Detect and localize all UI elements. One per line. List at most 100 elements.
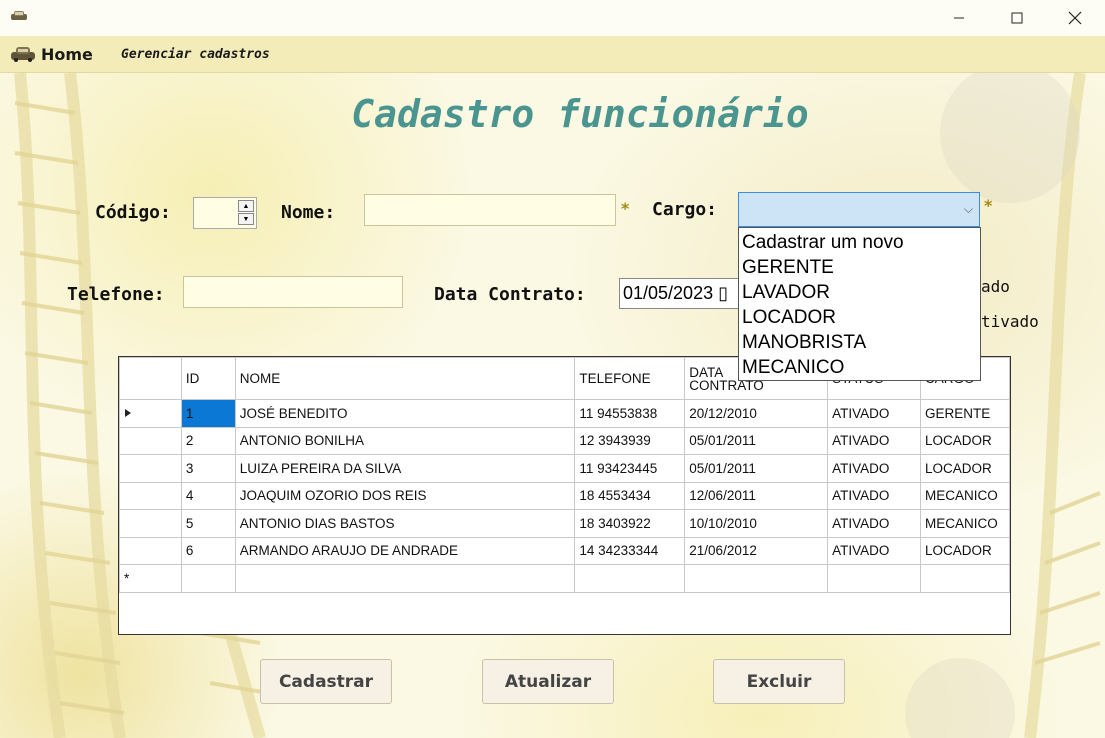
cell-nome[interactable]: ARMANDO ARAUJO DE ANDRADE (234, 536, 576, 565)
cell-id[interactable]: 4 (180, 481, 236, 510)
close-button[interactable] (1046, 0, 1104, 36)
nome-input[interactable] (364, 194, 616, 226)
column-header-telefone[interactable]: TELEFONE (574, 357, 686, 400)
table-row[interactable]: 6 ARMANDO ARAUJO DE ANDRADE 14 34233344 … (119, 536, 1010, 565)
cell-id[interactable]: 1 (180, 399, 236, 428)
row-header[interactable] (119, 509, 182, 538)
table-row[interactable]: 4 JOAQUIM OZORIO DOS REIS 18 4553434 12/… (119, 481, 1010, 510)
cell-status[interactable] (827, 564, 921, 593)
car-icon (11, 11, 27, 20)
funcionarios-table: ID NOME TELEFONE DATACONTRATO STATUS CAR… (119, 357, 1010, 593)
cell-telefone[interactable]: 12 3943939 (574, 426, 686, 455)
row-header[interactable] (119, 426, 182, 455)
stepper-up-icon[interactable]: ▲ (238, 200, 254, 212)
cell-status[interactable]: ATIVADO (827, 454, 921, 483)
cell-nome[interactable]: LUIZA PEREIRA DA SILVA (234, 454, 576, 483)
cargo-option[interactable]: MANOBRISTA (739, 330, 980, 355)
cargo-option[interactable]: Cadastrar um novo (739, 230, 980, 255)
cell-telefone[interactable]: 18 3403922 (574, 509, 686, 538)
title-bar (0, 0, 1105, 36)
column-header-id[interactable]: ID (180, 357, 236, 400)
cell-status[interactable]: ATIVADO (827, 481, 921, 510)
close-icon (1068, 11, 1082, 25)
cell-data[interactable]: 05/01/2011 (684, 454, 829, 483)
cell-id[interactable]: 2 (180, 426, 236, 455)
cell-status[interactable]: ATIVADO (827, 426, 921, 455)
cell-nome[interactable] (234, 564, 576, 593)
cell-nome[interactable]: JOAQUIM OZORIO DOS REIS (234, 481, 576, 510)
maximize-icon (1011, 12, 1023, 24)
cell-cargo[interactable]: MECANICO (919, 481, 1010, 510)
telefone-label: Telefone: (67, 284, 165, 305)
cell-telefone[interactable]: 14 34233344 (574, 536, 686, 565)
cell-telefone[interactable]: 11 93423445 (574, 454, 686, 483)
cell-telefone[interactable]: 11 94553838 (574, 399, 686, 428)
cell-id[interactable]: 6 (180, 536, 236, 565)
maximize-button[interactable] (988, 0, 1046, 36)
cell-nome[interactable]: JOSÉ BENEDITO (234, 399, 576, 428)
menu-bar: Home Gerenciar cadastros (0, 36, 1105, 73)
cell-status[interactable]: ATIVADO (827, 509, 921, 538)
radio-desativado-label[interactable]: tivado (981, 312, 1039, 331)
menu-home[interactable]: Home (10, 36, 93, 72)
table-row[interactable]: 3 LUIZA PEREIRA DA SILVA 11 93423445 05/… (119, 454, 1010, 483)
cell-nome[interactable]: ANTONIO BONILHA (234, 426, 576, 455)
chevron-down-icon[interactable]: ⌵ (964, 202, 973, 217)
cell-status[interactable]: ATIVADO (827, 399, 921, 428)
cargo-option[interactable]: MECANICO (739, 355, 980, 380)
cargo-option[interactable]: LAVADOR (739, 280, 980, 305)
row-header[interactable] (119, 454, 182, 483)
table-row[interactable]: 2 ANTONIO BONILHA 12 3943939 05/01/2011 … (119, 426, 1010, 455)
cell-telefone[interactable] (574, 564, 686, 593)
cell-status[interactable]: ATIVADO (827, 536, 921, 565)
nome-required-marker: * (621, 199, 630, 218)
excluir-button[interactable]: Excluir (713, 659, 845, 704)
minimize-icon (954, 17, 964, 19)
cadastrar-button[interactable]: Cadastrar (260, 659, 392, 704)
funcionarios-grid[interactable]: ID NOME TELEFONE DATACONTRATO STATUS CAR… (118, 356, 1011, 635)
cell-id[interactable]: 3 (180, 454, 236, 483)
stepper-down-icon[interactable]: ▼ (238, 213, 254, 225)
new-row-marker[interactable]: * (119, 564, 182, 593)
cell-nome[interactable]: ANTONIO DIAS BASTOS (234, 509, 576, 538)
cell-id[interactable] (180, 564, 236, 593)
cell-data[interactable]: 12/06/2011 (684, 481, 829, 510)
cell-cargo[interactable]: MECANICO (919, 509, 1010, 538)
cargo-select[interactable]: ⌵ (738, 192, 980, 227)
cargo-option[interactable]: GERENTE (739, 255, 980, 280)
codigo-stepper[interactable]: ▲ ▼ (193, 197, 257, 229)
data-contrato-label: Data Contrato: (434, 284, 586, 305)
data-contrato-value: 01/05/2023 (623, 283, 714, 303)
cell-data[interactable]: 20/12/2010 (684, 399, 829, 428)
cell-data[interactable]: 05/01/2011 (684, 426, 829, 455)
menu-gerenciar-label: Gerenciar cadastros (121, 46, 270, 62)
telefone-input[interactable] (183, 276, 403, 308)
minimize-button[interactable] (930, 0, 988, 36)
cargo-option[interactable]: LOCADOR (739, 305, 980, 330)
cell-telefone[interactable]: 18 4553434 (574, 481, 686, 510)
cell-cargo[interactable] (919, 564, 1010, 593)
codigo-label: Código: (95, 202, 171, 223)
current-row-indicator-icon[interactable] (119, 399, 182, 428)
cell-data[interactable] (684, 564, 829, 593)
data-contrato-picker[interactable]: 01/05/2023 ▯ (619, 278, 743, 309)
column-header-nome[interactable]: NOME (234, 357, 576, 400)
cell-data[interactable]: 10/10/2010 (684, 509, 829, 538)
menu-home-label: Home (41, 44, 93, 64)
row-header[interactable] (119, 481, 182, 510)
row-header[interactable] (119, 536, 182, 565)
page-title: Cadastro funcionário (351, 92, 809, 136)
cell-data[interactable]: 21/06/2012 (684, 536, 829, 565)
atualizar-button[interactable]: Atualizar (482, 659, 614, 704)
table-row[interactable]: 5 ANTONIO DIAS BASTOS 18 3403922 10/10/2… (119, 509, 1010, 538)
table-new-row[interactable]: * (119, 564, 1010, 593)
table-row[interactable]: 1 JOSÉ BENEDITO 11 94553838 20/12/2010 A… (119, 399, 1010, 428)
row-header-corner (119, 357, 182, 400)
cell-cargo[interactable]: LOCADOR (919, 454, 1010, 483)
cell-cargo[interactable]: LOCADOR (919, 536, 1010, 565)
cell-cargo[interactable]: LOCADOR (919, 426, 1010, 455)
radio-ativado-label[interactable]: ado (981, 277, 1010, 296)
cell-id[interactable]: 5 (180, 509, 236, 538)
cell-cargo[interactable]: GERENTE (919, 399, 1010, 428)
menu-gerenciar-cadastros[interactable]: Gerenciar cadastros (121, 36, 270, 72)
